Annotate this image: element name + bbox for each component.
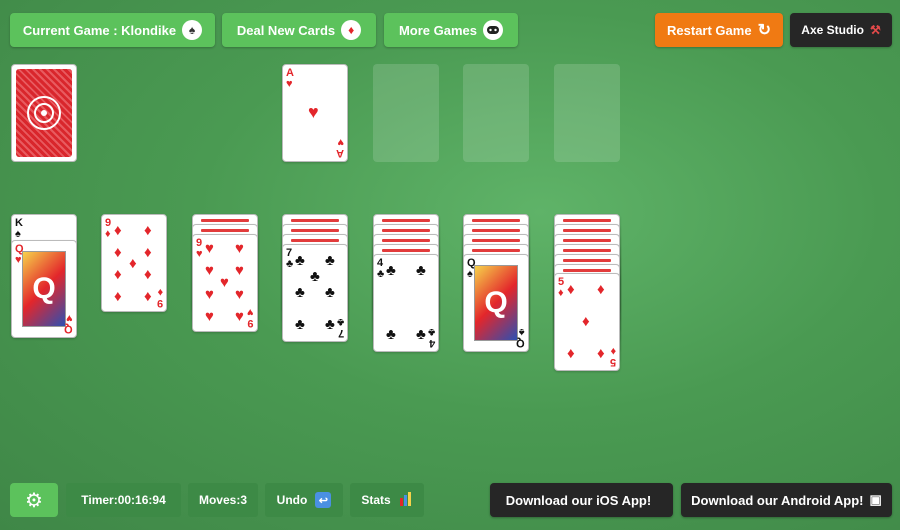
heart-icon: ♥ [235, 308, 244, 325]
undo-icon: ↩ [315, 492, 332, 508]
card-rank: A ♥ [336, 136, 344, 159]
gamepad-icon [483, 20, 504, 40]
spade-icon: ♠ [182, 20, 203, 40]
club-icon: ♣ [325, 316, 335, 333]
ios-label: Download our iOS App! [505, 492, 652, 508]
settings-button[interactable]: ⚙ [10, 483, 58, 517]
restart-label: Restart Game [667, 22, 752, 38]
diamond-icon: ♦ [144, 244, 152, 261]
undo-label: Undo [276, 493, 308, 507]
android-app-button[interactable]: Download our Android App! ▣ [681, 483, 892, 517]
foundation-1[interactable]: A ♥ ♥ A ♥ [282, 64, 348, 162]
diamond-icon: ♦ [567, 281, 575, 298]
heart-icon: ♥ [220, 274, 229, 291]
tableau-col1-queen[interactable]: Q ♥ Q Q ♥ [11, 240, 77, 338]
heart-icon: ♥ [235, 286, 244, 303]
undo-button[interactable]: Undo ↩ [265, 483, 343, 517]
queen-face-art: Q [474, 265, 518, 341]
heart-icon: ♥ [205, 240, 214, 257]
moves-display: Moves:3 [188, 483, 258, 517]
club-icon: ♣ [416, 326, 426, 343]
studio-label: Axe Studio [801, 23, 864, 37]
deal-new-label: Deal New Cards [236, 22, 336, 38]
foundation-2[interactable] [373, 64, 439, 162]
ios-app-button[interactable]: Download our iOS App! [490, 483, 673, 517]
foundation-3[interactable] [463, 64, 529, 162]
android-icon: ▣ [869, 492, 882, 507]
diamond-icon: ♦ [144, 288, 152, 305]
club-icon: ♣ [325, 284, 335, 301]
more-games-button[interactable]: More Games [384, 13, 518, 47]
moves-text: Moves:3 [198, 493, 248, 507]
card-rank: 9 ♥ [196, 237, 203, 260]
diamond-icon: ♦ [114, 288, 122, 305]
club-icon: ♣ [310, 268, 320, 285]
heart-icon: ♥ [205, 308, 214, 325]
stats-label: Stats [361, 493, 391, 507]
diamond-icon: ♦ [144, 266, 152, 283]
diamond-icon: ♦ [341, 20, 362, 40]
club-icon: ♣ [295, 252, 305, 269]
card-rank: 4 ♣ [427, 326, 435, 349]
card-rank: 5 ♦ [609, 345, 616, 368]
heart-icon: ♥ [235, 240, 244, 257]
heart-icon: ♥ [205, 262, 214, 279]
more-games-label: More Games [398, 22, 478, 38]
card-rank: 5 ♦ [558, 276, 565, 299]
foundation-4[interactable] [554, 64, 620, 162]
card-rank: Q ♠ [516, 326, 525, 349]
club-icon: ♣ [295, 284, 305, 301]
tableau-col6-card[interactable]: Q ♠ Q Q ♠ [463, 254, 529, 352]
current-game-label: Current Game : Klondike [22, 22, 177, 38]
current-game-button[interactable]: Current Game : Klondike ♠ [10, 13, 215, 47]
diamond-icon: ♦ [597, 345, 605, 362]
heart-icon: ♥ [205, 286, 214, 303]
card-back-emblem-icon [27, 96, 61, 130]
diamond-icon: ♦ [129, 255, 137, 272]
diamond-icon: ♦ [114, 222, 122, 239]
diamond-icon: ♦ [114, 244, 122, 261]
stats-button[interactable]: Stats [350, 483, 424, 517]
card-rank: 4 ♣ [377, 257, 385, 280]
stock-pile[interactable] [11, 64, 77, 162]
club-icon: ♣ [386, 326, 396, 343]
card-rank: 9 ♦ [156, 286, 163, 309]
timer-display: Timer:00:16:94 [66, 483, 181, 517]
bar-chart-icon [399, 491, 413, 509]
club-icon: ♣ [325, 252, 335, 269]
diamond-icon: ♦ [144, 222, 152, 239]
heart-icon: ♥ [308, 102, 319, 122]
diamond-icon: ♦ [597, 281, 605, 298]
card-rank: Q ♥ [64, 312, 73, 335]
tableau-col5-card[interactable]: 4 ♣ ♣ ♣ ♣ ♣ 4 ♣ [373, 254, 439, 352]
heart-icon: ♥ [235, 262, 244, 279]
gear-icon: ⚙ [25, 489, 43, 512]
timer-text: Timer:00:16:94 [81, 493, 166, 507]
card-rank: K ♠ [15, 217, 23, 240]
card-rank: 7 ♣ [336, 316, 344, 339]
diamond-icon: ♦ [114, 266, 122, 283]
club-icon: ♣ [416, 262, 426, 279]
tableau-col2-card[interactable]: 9 ♦ ♦ ♦ ♦ ♦ ♦ ♦ ♦ ♦ ♦ 9 ♦ [101, 214, 167, 312]
card-rank: 9 ♥ [247, 306, 254, 329]
diamond-icon: ♦ [567, 345, 575, 362]
card-rank: A ♥ [286, 67, 294, 90]
tableau-col4-card[interactable]: 7 ♣ ♣ ♣ ♣ ♣ ♣ ♣ ♣ 7 ♣ [282, 244, 348, 342]
axe-studio-button[interactable]: Axe Studio ⚒ [790, 13, 892, 47]
card-rank: 7 ♣ [286, 247, 294, 270]
club-icon: ♣ [295, 316, 305, 333]
club-icon: ♣ [386, 262, 396, 279]
card-rank: 9 ♦ [105, 217, 112, 240]
tableau-col7-card[interactable]: 5 ♦ ♦ ♦ ♦ ♦ ♦ 5 ♦ [554, 273, 620, 371]
diamond-icon: ♦ [582, 313, 590, 330]
queen-face-art: Q [22, 251, 66, 327]
restart-game-button[interactable]: Restart Game ↻ [655, 13, 783, 47]
hammer-icon: ⚒ [869, 23, 881, 37]
tableau-col3-card[interactable]: 9 ♥ ♥ ♥ ♥ ♥ ♥ ♥ ♥ ♥ ♥ 9 ♥ [192, 234, 258, 332]
restart-icon: ↻ [757, 22, 771, 39]
deal-new-cards-button[interactable]: Deal New Cards ♦ [222, 13, 376, 47]
android-label: Download our Android App! [691, 492, 864, 508]
